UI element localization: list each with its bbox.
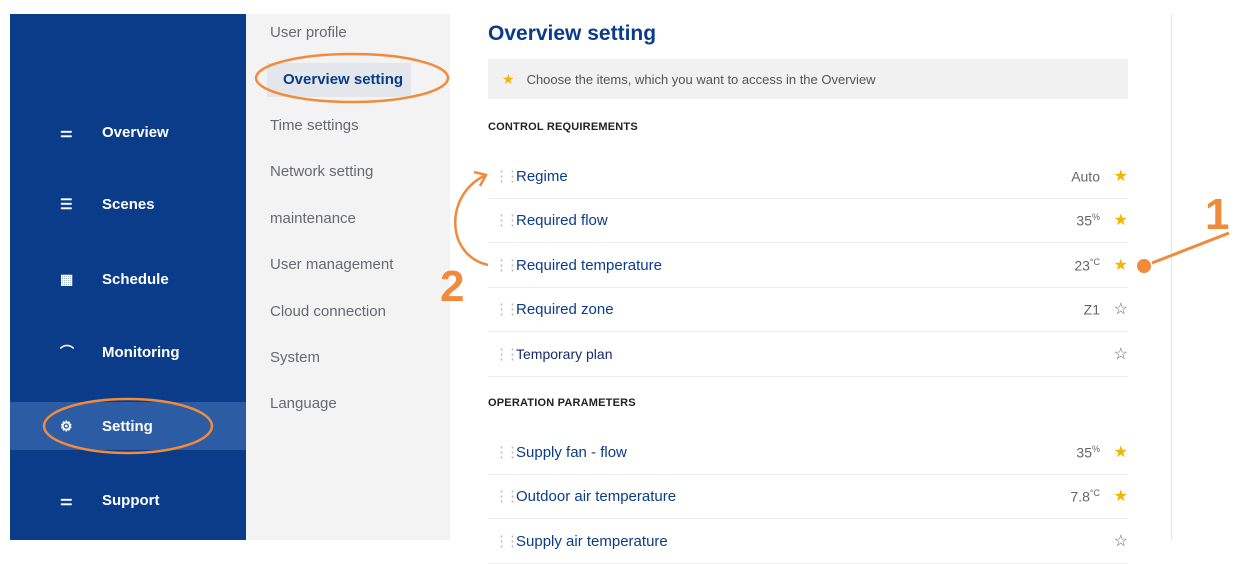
sidebar-item-setting[interactable]: ⚙ Setting [5, 402, 246, 450]
item-label: Required zone [516, 300, 614, 318]
overview-item-required-flow[interactable]: ⋮⋮ Required flow 35% ★ [488, 198, 1128, 243]
sliders-icon: ⚌ [60, 123, 73, 140]
gauge-icon: ⌒ [60, 344, 74, 360]
item-label: Supply fan - flow [516, 443, 627, 461]
overview-item-required-temperature[interactable]: ⋮⋮ Required temperature 23°C ★ [488, 243, 1128, 288]
star-outline-icon[interactable]: ☆ [1106, 299, 1128, 319]
submenu-item-cloud-connection[interactable]: Cloud connection [270, 295, 386, 329]
annotation-label-1: 1 [1205, 190, 1230, 239]
overview-item-required-zone[interactable]: ⋮⋮ Required zone Z1 ☆ [488, 287, 1128, 332]
overview-item-supply-fan-flow[interactable]: ⋮⋮ Supply fan - flow 35% ★ [488, 430, 1128, 475]
submenu-item-network-setting[interactable]: Network setting [270, 155, 373, 189]
item-value: 7.8°C [1070, 487, 1100, 505]
item-label: Required temperature [516, 256, 662, 274]
sidebar-item-schedule[interactable]: ▦ Schedule [10, 255, 246, 303]
drag-handle-icon[interactable]: ⋮⋮ [488, 345, 520, 363]
overview-item-regime[interactable]: ⋮⋮ Regime Auto ★ [488, 154, 1128, 199]
gear-icon: ⚙ [60, 417, 73, 434]
sidebar-item-support[interactable]: ⚌ Support [10, 476, 246, 524]
submenu-item-system[interactable]: System [270, 341, 320, 375]
star-outline-icon[interactable]: ☆ [1106, 344, 1128, 364]
item-value: 35% [1076, 443, 1100, 461]
sidebar-item-label: Scenes [102, 195, 155, 213]
star-filled-icon[interactable]: ★ [1106, 166, 1128, 186]
item-label: Temporary plan [516, 346, 613, 362]
overview-item-outdoor-air-temperature[interactable]: ⋮⋮ Outdoor air temperature 7.8°C ★ [488, 474, 1128, 519]
submenu-item-user-management[interactable]: User management [270, 248, 393, 282]
main-panel: Overview setting ★ Choose the items, whi… [451, 14, 1171, 564]
sidebar: ⚌ Overview ☰ Scenes ▦ Schedule ⌒ Monitor… [5, 14, 246, 540]
sidebar-item-label: Schedule [102, 270, 169, 288]
section-title-control-requirements: CONTROL REQUIREMENTS [488, 121, 638, 133]
item-label: Outdoor air temperature [516, 487, 677, 505]
info-banner: ★ Choose the items, which you want to ac… [488, 59, 1128, 99]
star-filled-icon[interactable]: ★ [1106, 486, 1128, 506]
item-label: Regime [516, 167, 568, 185]
item-value: 35% [1076, 211, 1100, 229]
drag-handle-icon[interactable]: ⋮⋮ [488, 300, 520, 318]
sidebar-item-overview[interactable]: ⚌ Overview [10, 108, 246, 156]
submenu-item-language[interactable]: Language [270, 387, 337, 421]
star-filled-icon[interactable]: ★ [1106, 255, 1128, 275]
sidebar-item-scenes[interactable]: ☰ Scenes [10, 180, 246, 228]
drag-handle-icon[interactable]: ⋮⋮ [488, 211, 520, 229]
sidebar-item-label: Monitoring [102, 343, 180, 361]
star-outline-icon[interactable]: ☆ [1106, 531, 1128, 551]
sliders-icon: ⚌ [60, 491, 73, 508]
panel-border [1171, 14, 1172, 540]
submenu-item-maintenance[interactable]: maintenance [270, 202, 356, 236]
list-indent-icon: ☰ [60, 195, 73, 212]
section-title-operation-parameters: OPERATION PARAMETERS [488, 397, 636, 409]
annotation-label-2: 2 [440, 262, 465, 311]
item-label: Supply air temperature [516, 532, 668, 550]
top-cropped-caption [0, 0, 1245, 14]
drag-handle-icon[interactable]: ⋮⋮ [488, 167, 520, 185]
overview-item-supply-air-temperature[interactable]: ⋮⋮ Supply air temperature ☆ [488, 519, 1128, 564]
banner-text: Choose the items, which you want to acce… [526, 71, 876, 87]
item-label: Required flow [516, 211, 608, 229]
submenu-item-user-profile[interactable]: User profile [270, 16, 347, 50]
item-value: 23°C [1074, 256, 1100, 274]
settings-submenu: User profile Overview setting Time setti… [246, 14, 450, 540]
sidebar-item-label: Support [102, 491, 160, 509]
drag-handle-icon[interactable]: ⋮⋮ [488, 532, 520, 550]
overview-item-temporary-plan[interactable]: ⋮⋮ Temporary plan ☆ [488, 332, 1128, 377]
submenu-item-overview-setting[interactable]: Overview setting [267, 63, 412, 97]
page-title: Overview setting [488, 22, 657, 45]
drag-handle-icon[interactable]: ⋮⋮ [488, 487, 520, 505]
item-value: Z1 [1083, 301, 1100, 318]
sidebar-item-label: Setting [102, 417, 153, 435]
star-icon: ★ [502, 70, 515, 87]
star-filled-icon[interactable]: ★ [1106, 210, 1128, 230]
item-value: Auto [1071, 168, 1100, 185]
sidebar-item-monitoring[interactable]: ⌒ Monitoring [10, 328, 246, 376]
sidebar-item-label: Overview [102, 123, 169, 141]
calendar-icon: ▦ [60, 270, 74, 287]
drag-handle-icon[interactable]: ⋮⋮ [488, 443, 520, 461]
drag-handle-icon[interactable]: ⋮⋮ [488, 256, 520, 274]
star-filled-icon[interactable]: ★ [1106, 442, 1128, 462]
submenu-item-time-settings[interactable]: Time settings [270, 109, 359, 143]
